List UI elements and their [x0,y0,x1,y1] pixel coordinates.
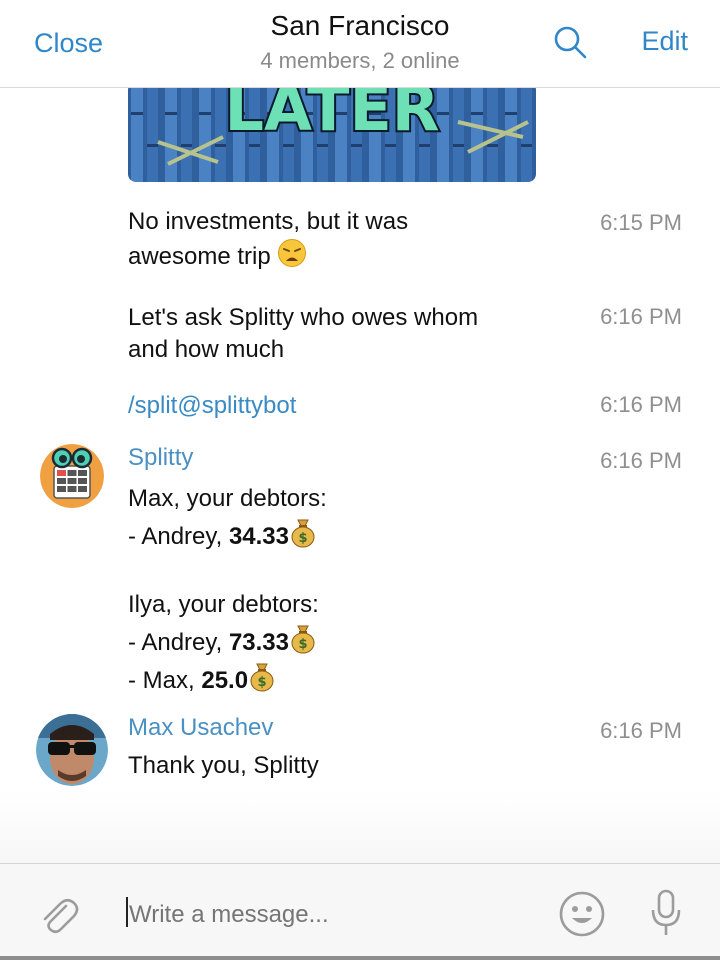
message-time: 6:15 PM [600,210,682,235]
message-time: 6:16 PM [600,392,682,417]
message-text: Thank you, Splitty [128,752,319,779]
message-line: Let's ask Splitty who owes whom [128,304,479,331]
bot-command-link[interactable]: /split@splittybot [128,390,296,422]
debt-line: - Andrey, 34.33 $ [128,518,327,556]
message-time: 6:16 PM [600,304,682,329]
debt-amount: 73.33 [228,629,289,656]
chat-subtitle: 4 members, 2 online [260,48,460,73]
money-bag-icon: $ [289,518,317,548]
composer-bar [0,863,720,960]
microphone-icon[interactable] [648,888,684,938]
max-usachev-avatar[interactable] [36,714,108,786]
message-time: 6:16 PM [600,448,682,473]
message-input[interactable] [129,898,529,932]
bottom-divider [0,956,720,960]
svg-text:$: $ [258,675,267,690]
message-time: 6:16 PM [600,718,682,743]
message-line: Max, your debtors: [128,485,327,512]
sticker-text: LATER [224,88,439,145]
paperclip-icon[interactable] [36,892,80,936]
message-line: and how much [128,336,285,363]
debt-amount: 34.33 [228,523,289,550]
svg-text:$: $ [298,531,307,546]
edit-button[interactable]: Edit [641,26,688,57]
smiley-icon[interactable] [558,890,606,938]
list-fade [0,788,720,863]
message-line: Ilya, your debtors: [128,591,319,618]
chat-title: San Francisco [270,10,450,41]
money-bag-icon: $ [248,662,276,692]
text-cursor [126,897,128,927]
svg-text:$: $ [298,637,307,652]
sticker-image[interactable]: LATER [128,88,536,182]
message-text: No investments, but it was awesome trip [128,206,408,273]
sender-name[interactable]: Max Usachev [128,714,273,742]
chat-header: Close San Francisco 4 members, 2 online … [0,0,720,88]
message-line: No investments, but it was [128,208,409,235]
message-text: Max, your debtors: - Andrey, 34.33 $ Ilya… [128,480,327,700]
message-line: awesome trip [128,243,271,270]
splitty-avatar[interactable] [40,444,104,508]
money-bag-icon: $ [289,624,317,654]
debt-line: - Max, 25.0 $ [128,662,327,700]
message-text: Let's ask Splitty who owes whom and how … [128,302,478,366]
weary-face-icon [277,238,307,267]
debt-amount: 25.0 [201,667,249,694]
message-list[interactable]: LATER No investments, but it was awesome… [0,88,720,863]
search-icon[interactable] [552,24,588,60]
debt-line: - Andrey, 73.33 $ [128,624,327,662]
sender-name[interactable]: Splitty [128,444,193,472]
